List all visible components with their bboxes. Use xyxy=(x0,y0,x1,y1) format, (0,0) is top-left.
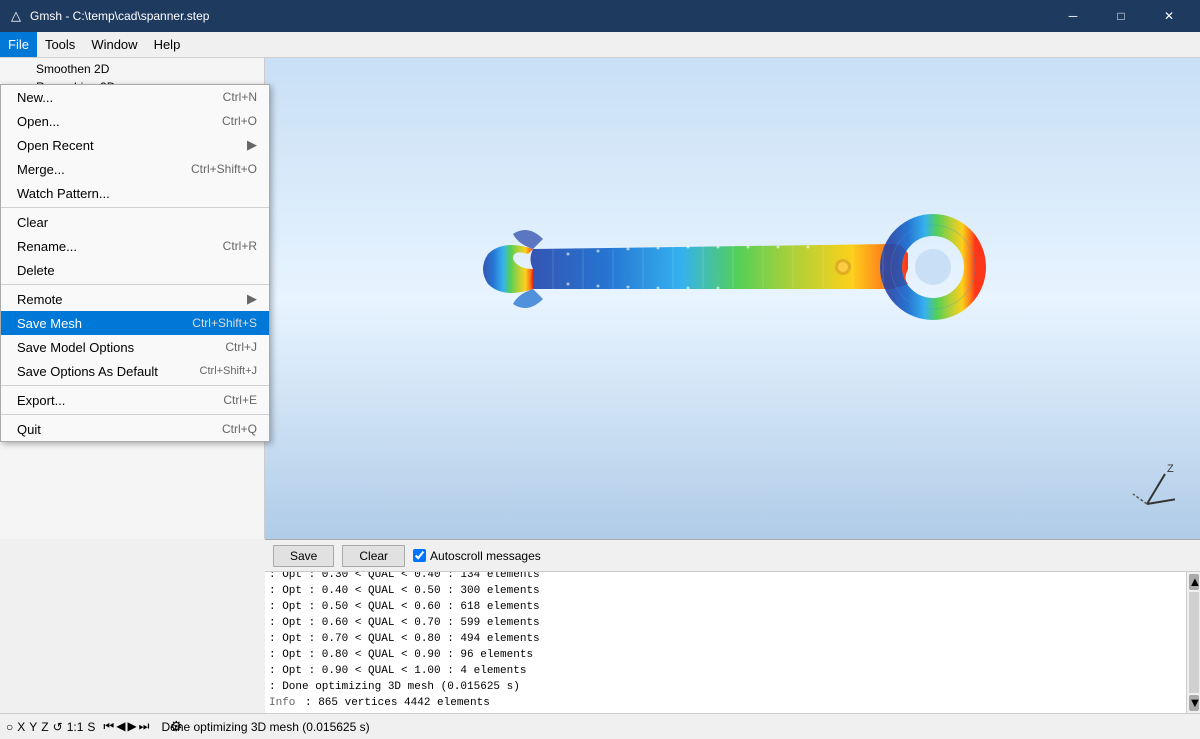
title-bar: △ Gmsh - C:\temp\cad\spanner.step ─ □ ✕ xyxy=(0,0,1200,32)
autoscroll-label[interactable]: Autoscroll messages xyxy=(413,549,541,563)
console-line: : Opt : 0.50 < QUAL < 0.60 : 618 element… xyxy=(269,599,1182,615)
svg-text:Z: Z xyxy=(1167,463,1174,475)
menu-tools[interactable]: Tools xyxy=(37,32,83,57)
console-line: : Opt : 0.60 < QUAL < 0.70 : 599 element… xyxy=(269,615,1182,631)
autoscroll-checkbox[interactable] xyxy=(413,549,426,562)
menu-remote[interactable]: Remote ▶ xyxy=(1,287,269,311)
z-sym: Z xyxy=(41,720,48,734)
gear-icon[interactable]: ⚙ xyxy=(170,718,183,735)
status-text: Done optimizing 3D mesh (0.015625 s) xyxy=(161,720,369,734)
console-line: : Done optimizing 3D mesh (0.015625 s) xyxy=(269,679,1182,695)
console-line: Info: 865 vertices 4442 elements xyxy=(269,695,1182,711)
menu-new[interactable]: New... Ctrl+N xyxy=(1,85,269,109)
separator-2 xyxy=(1,284,269,285)
x-sym: X xyxy=(17,720,25,734)
menu-delete[interactable]: Delete xyxy=(1,258,269,282)
nav-buttons[interactable]: ⏮ ◀ ▶ ⏭ xyxy=(103,719,149,734)
separator-3 xyxy=(1,385,269,386)
menu-help[interactable]: Help xyxy=(146,32,189,57)
maximize-button[interactable]: □ xyxy=(1098,0,1144,32)
nav-last[interactable]: ⏭ xyxy=(139,719,150,734)
console-line: : Opt : 0.70 < QUAL < 0.80 : 494 element… xyxy=(269,631,1182,647)
status-bar: ○ X Y Z ↺ 1:1 S ⏮ ◀ ▶ ⏭ Done optimizing … xyxy=(0,713,1200,739)
nav-next[interactable]: ▶ xyxy=(127,719,136,734)
console-line: : Opt : 0.80 < QUAL < 0.90 : 96 elements xyxy=(269,647,1182,663)
y-sym: Y xyxy=(29,720,37,734)
console-line: : Opt : 0.90 < QUAL < 1.00 : 4 elements xyxy=(269,663,1182,679)
window-title: Gmsh - C:\temp\cad\spanner.step xyxy=(30,9,1050,23)
scrollbar-up[interactable]: ▲ xyxy=(1189,574,1199,590)
sidebar-smoothen-2d[interactable]: Smoothen 2D xyxy=(4,60,260,78)
separator-4 xyxy=(1,414,269,415)
axis-indicator: Z Y xyxy=(1115,454,1175,514)
nav-first[interactable]: ⏮ xyxy=(103,719,114,734)
close-button[interactable]: ✕ xyxy=(1146,0,1192,32)
menu-quit[interactable]: Quit Ctrl+Q xyxy=(1,417,269,441)
console-area: Save Clear Autoscroll messages : 0 point… xyxy=(265,539,1200,713)
file-menu-dropdown: New... Ctrl+N Open... Ctrl+O Open Recent… xyxy=(0,84,270,442)
scrollbar-down[interactable]: ▼ xyxy=(1189,695,1199,711)
menu-clear[interactable]: Clear xyxy=(1,210,269,234)
circle-sym: ○ xyxy=(6,720,13,734)
nav-prev[interactable]: ◀ xyxy=(116,719,125,734)
window-controls: ─ □ ✕ xyxy=(1050,0,1192,32)
menu-save-model[interactable]: Save Model Options Ctrl+J xyxy=(1,335,269,359)
menu-rename[interactable]: Rename... Ctrl+R xyxy=(1,234,269,258)
console-content[interactable]: : 0 points created - Worst tet radius is… xyxy=(265,572,1186,713)
clear-button[interactable]: Clear xyxy=(342,545,405,567)
s-sym: S xyxy=(87,720,95,734)
menu-export[interactable]: Export... Ctrl+E xyxy=(1,388,269,412)
menu-save-mesh[interactable]: Save Mesh Ctrl+Shift+S xyxy=(1,311,269,335)
minimize-button[interactable]: ─ xyxy=(1050,0,1096,32)
menu-file[interactable]: File xyxy=(0,32,37,57)
save-button[interactable]: Save xyxy=(273,545,334,567)
status-symbols[interactable]: ○ X Y Z ↺ 1:1 S xyxy=(6,720,95,734)
menu-bar: File Tools Window Help xyxy=(0,32,1200,58)
console-toolbar: Save Clear Autoscroll messages xyxy=(265,540,1200,572)
viewport[interactable]: Z Y xyxy=(265,58,1200,539)
menu-open[interactable]: Open... Ctrl+O xyxy=(1,109,269,133)
menu-save-default[interactable]: Save Options As Default Ctrl+Shift+J xyxy=(1,359,269,383)
menu-merge[interactable]: Merge... Ctrl+Shift+O xyxy=(1,157,269,181)
mesh-visualization xyxy=(473,189,993,389)
menu-open-recent[interactable]: Open Recent ▶ xyxy=(1,133,269,157)
rotate-sym: ↺ xyxy=(53,720,63,734)
menu-watch[interactable]: Watch Pattern... xyxy=(1,181,269,205)
app-icon: △ xyxy=(8,8,24,24)
separator-1 xyxy=(1,207,269,208)
console-scrollbar[interactable]: ▲ ▼ xyxy=(1186,572,1200,713)
menu-window[interactable]: Window xyxy=(83,32,145,57)
console-line: : Opt : 0.40 < QUAL < 0.50 : 300 element… xyxy=(269,583,1182,599)
scale-sym: 1:1 xyxy=(67,720,84,734)
console-line: : Opt : 0.30 < QUAL < 0.40 : 134 element… xyxy=(269,572,1182,583)
scrollbar-track xyxy=(1189,592,1199,693)
